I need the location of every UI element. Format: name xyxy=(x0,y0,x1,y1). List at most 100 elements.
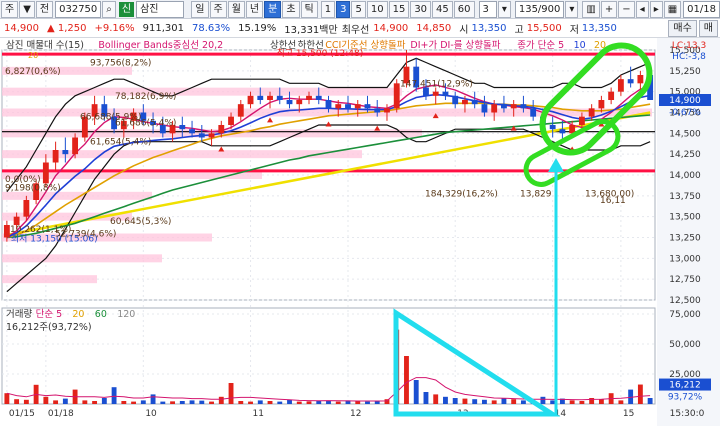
interval-button-30[interactable]: 30 xyxy=(410,0,432,18)
candle-body xyxy=(335,104,342,109)
volume-bar xyxy=(14,399,20,404)
volume-bar xyxy=(23,399,29,404)
candle-body xyxy=(208,133,215,138)
period-button-5[interactable]: 초 xyxy=(282,0,300,18)
price-legend-item: 종가 단순 5 xyxy=(517,40,564,51)
volume-bar xyxy=(131,401,137,404)
best-ask-price: 14,900 xyxy=(373,22,409,34)
view-menu-button[interactable]: 주 xyxy=(1,0,19,18)
dropdown-arrow-icon[interactable]: ▼ xyxy=(19,0,35,18)
volume-profile-label: 78,182(6,9%) xyxy=(115,92,176,102)
period-button-0[interactable]: 일 xyxy=(191,0,209,18)
volume-profile-label: 9,198(0,8%) xyxy=(5,184,61,194)
candle-body xyxy=(432,91,439,96)
volume-profile-bar xyxy=(2,275,97,284)
interval-unit-select[interactable]: 3 xyxy=(478,0,497,18)
price-legend-item: CCI기준선 상향돌파 xyxy=(325,39,406,51)
bar-count-dropdown-icon[interactable]: ▾ xyxy=(565,0,579,18)
turnover-rate: 15.19% xyxy=(238,22,277,34)
volume-bar xyxy=(520,400,526,404)
chart-settings-icon[interactable]: ▥ xyxy=(582,0,600,18)
volume-profile-label: 16,11 xyxy=(600,196,626,206)
candle-body xyxy=(442,91,449,96)
scroll-right-icon[interactable]: ▸ xyxy=(649,0,663,18)
time-tick-label: 12 xyxy=(350,409,361,419)
volume-legend-item: 거래량 xyxy=(6,308,32,320)
price-legend-item: 삼진 매물대 수(15) xyxy=(6,40,84,51)
date-field[interactable]: 01/18 xyxy=(683,0,720,18)
low-label: 저 xyxy=(569,24,579,36)
candle-body xyxy=(72,137,79,155)
interval-button-10[interactable]: 10 xyxy=(366,0,388,18)
candle-body xyxy=(23,200,30,217)
scroll-left-icon[interactable]: ◂ xyxy=(635,0,649,18)
candle-body xyxy=(189,129,195,134)
interval-button-60[interactable]: 60 xyxy=(453,0,475,18)
interval-button-15[interactable]: 15 xyxy=(388,0,410,18)
volume-bar xyxy=(443,396,448,404)
candle-body xyxy=(578,116,585,125)
volume-bar xyxy=(501,398,507,404)
volume-current-label: 16,212주(93,72%) xyxy=(6,322,92,333)
period-button-2[interactable]: 월 xyxy=(227,0,245,18)
price-tick-label: 13,500 xyxy=(669,213,701,223)
candle-body xyxy=(549,125,556,130)
volume-bar xyxy=(101,398,107,404)
volume-bar xyxy=(111,387,117,404)
volume-bar xyxy=(82,400,88,404)
volume-bar xyxy=(579,401,585,404)
price-tick-label: 14,000 xyxy=(669,171,701,181)
volume-bar xyxy=(374,401,380,404)
period-button-4[interactable]: 분 xyxy=(264,0,282,18)
period-button-6[interactable]: 틱 xyxy=(300,0,318,18)
volume-bar xyxy=(550,400,556,404)
period-button-1[interactable]: 주 xyxy=(209,0,227,18)
candle-body xyxy=(3,225,10,238)
candle-body xyxy=(267,95,273,100)
volume-bar xyxy=(511,399,517,404)
period-button-3[interactable]: 년 xyxy=(245,0,264,18)
interval-button-45[interactable]: 45 xyxy=(432,0,453,18)
candle-body xyxy=(354,104,361,109)
stock-code-input[interactable]: 032750 xyxy=(55,0,102,18)
buy-button[interactable]: 매수 xyxy=(668,19,697,37)
sell-button[interactable]: 매 xyxy=(698,19,718,37)
calendar-icon[interactable]: ▦ xyxy=(663,0,682,18)
prev-stock-button[interactable]: 전 xyxy=(35,0,54,18)
high-price: 15,500 xyxy=(526,22,562,34)
interval-buttons: 1 3 5 10 15 30 45 60 xyxy=(320,0,475,18)
volume-bar xyxy=(121,401,127,404)
unit-dropdown-icon[interactable]: ▾ xyxy=(497,0,511,18)
volume-legend-item: 60 xyxy=(95,309,107,320)
time-tick-label: 11 xyxy=(253,409,264,419)
best-bid-price: 14,850 xyxy=(416,22,452,34)
candle-body xyxy=(218,125,225,134)
volume-bar xyxy=(277,401,283,404)
volume-bar xyxy=(238,401,244,404)
volume-bar xyxy=(306,401,312,404)
zoom-out-icon[interactable]: − xyxy=(618,0,635,18)
interval-button-5[interactable]: 5 xyxy=(351,0,366,18)
candle-body xyxy=(393,83,400,109)
stock-name-field[interactable]: 삼진 xyxy=(136,0,185,18)
volume-bar xyxy=(53,400,59,404)
volume-bar xyxy=(326,400,331,404)
price-tick-label: 13,750 xyxy=(669,192,701,202)
price-tick-label: 13,250 xyxy=(669,234,701,244)
price-chart[interactable]: 최고 15,500 (12:48)최저 13,150 (15:06)6,827(… xyxy=(0,38,720,426)
price-tick-label: 12,750 xyxy=(669,275,701,285)
candle-body xyxy=(315,95,322,100)
volume-profile-label: 147,451(12,9%) xyxy=(400,79,473,89)
interval-button-3[interactable]: 3 xyxy=(336,0,351,18)
bar-count-input[interactable]: 135/900 xyxy=(514,0,565,18)
zoom-in-icon[interactable]: + xyxy=(600,0,618,18)
price-tick-label: 12,500 xyxy=(669,296,701,306)
candle-body xyxy=(510,104,517,109)
search-icon[interactable]: ⌕ xyxy=(102,0,116,18)
candle-body xyxy=(198,133,205,138)
price-legend-item: DI+가 DI-를 상향돌파 xyxy=(410,39,500,51)
interval-button-1[interactable]: 1 xyxy=(320,0,336,18)
quote-bar: 14,900 ▲ 1,250 +9.16% 911,301 78.63% 15.… xyxy=(0,19,720,38)
volume-bar xyxy=(199,400,205,404)
volume-bar xyxy=(218,396,224,404)
